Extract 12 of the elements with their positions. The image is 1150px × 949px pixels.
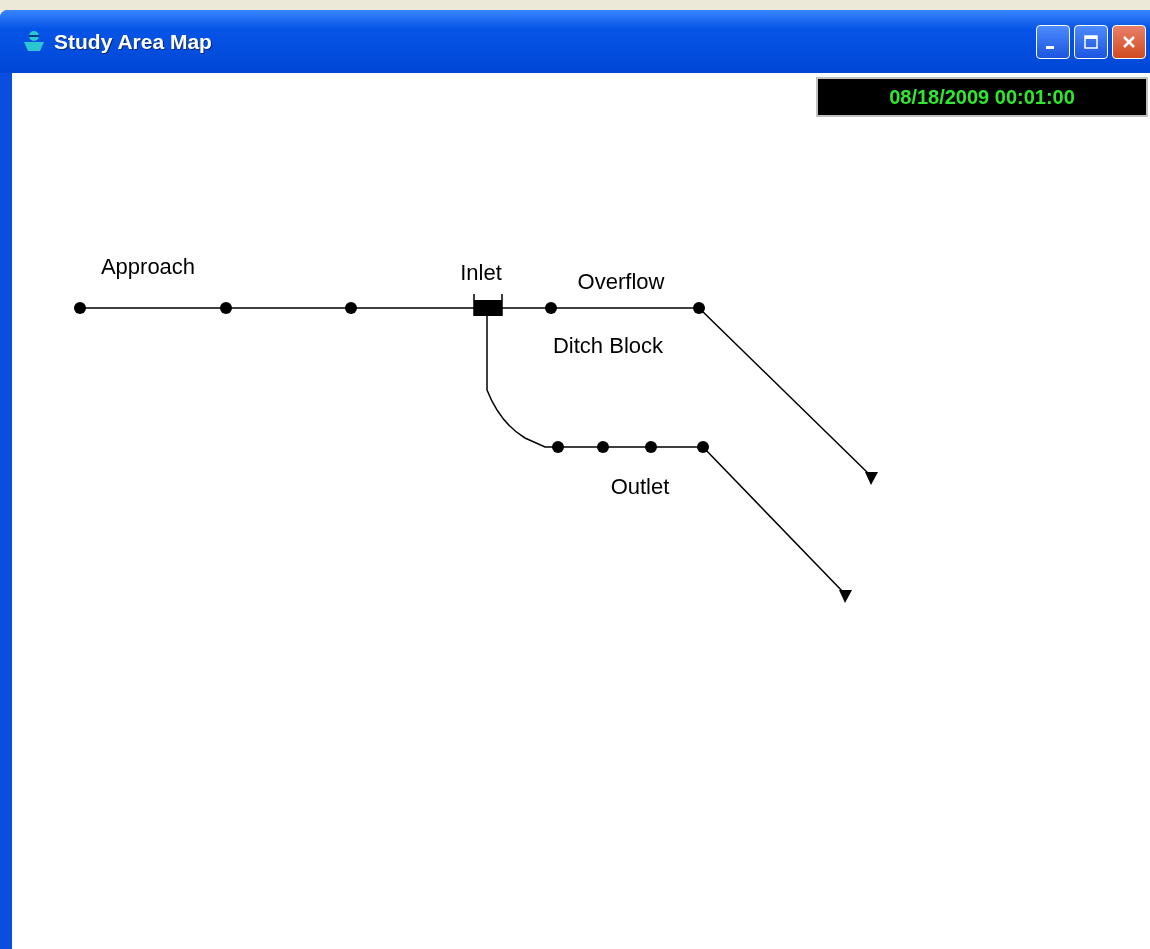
map-label: Outlet xyxy=(610,474,670,499)
map-label: Ditch Block xyxy=(553,333,663,358)
minimize-button[interactable] xyxy=(1036,24,1070,59)
map-label: Overflow xyxy=(577,269,665,294)
timestamp-display: 08/18/2009 00:01:00 xyxy=(816,77,1148,117)
window-title: Study Area Map xyxy=(54,29,213,54)
maximize-button[interactable] xyxy=(1074,24,1108,59)
close-button[interactable] xyxy=(1112,24,1146,59)
map-label: Approach xyxy=(100,254,196,279)
map-label: Inlet xyxy=(460,260,502,285)
app-icon xyxy=(22,29,46,54)
minimize-icon xyxy=(1046,46,1054,49)
